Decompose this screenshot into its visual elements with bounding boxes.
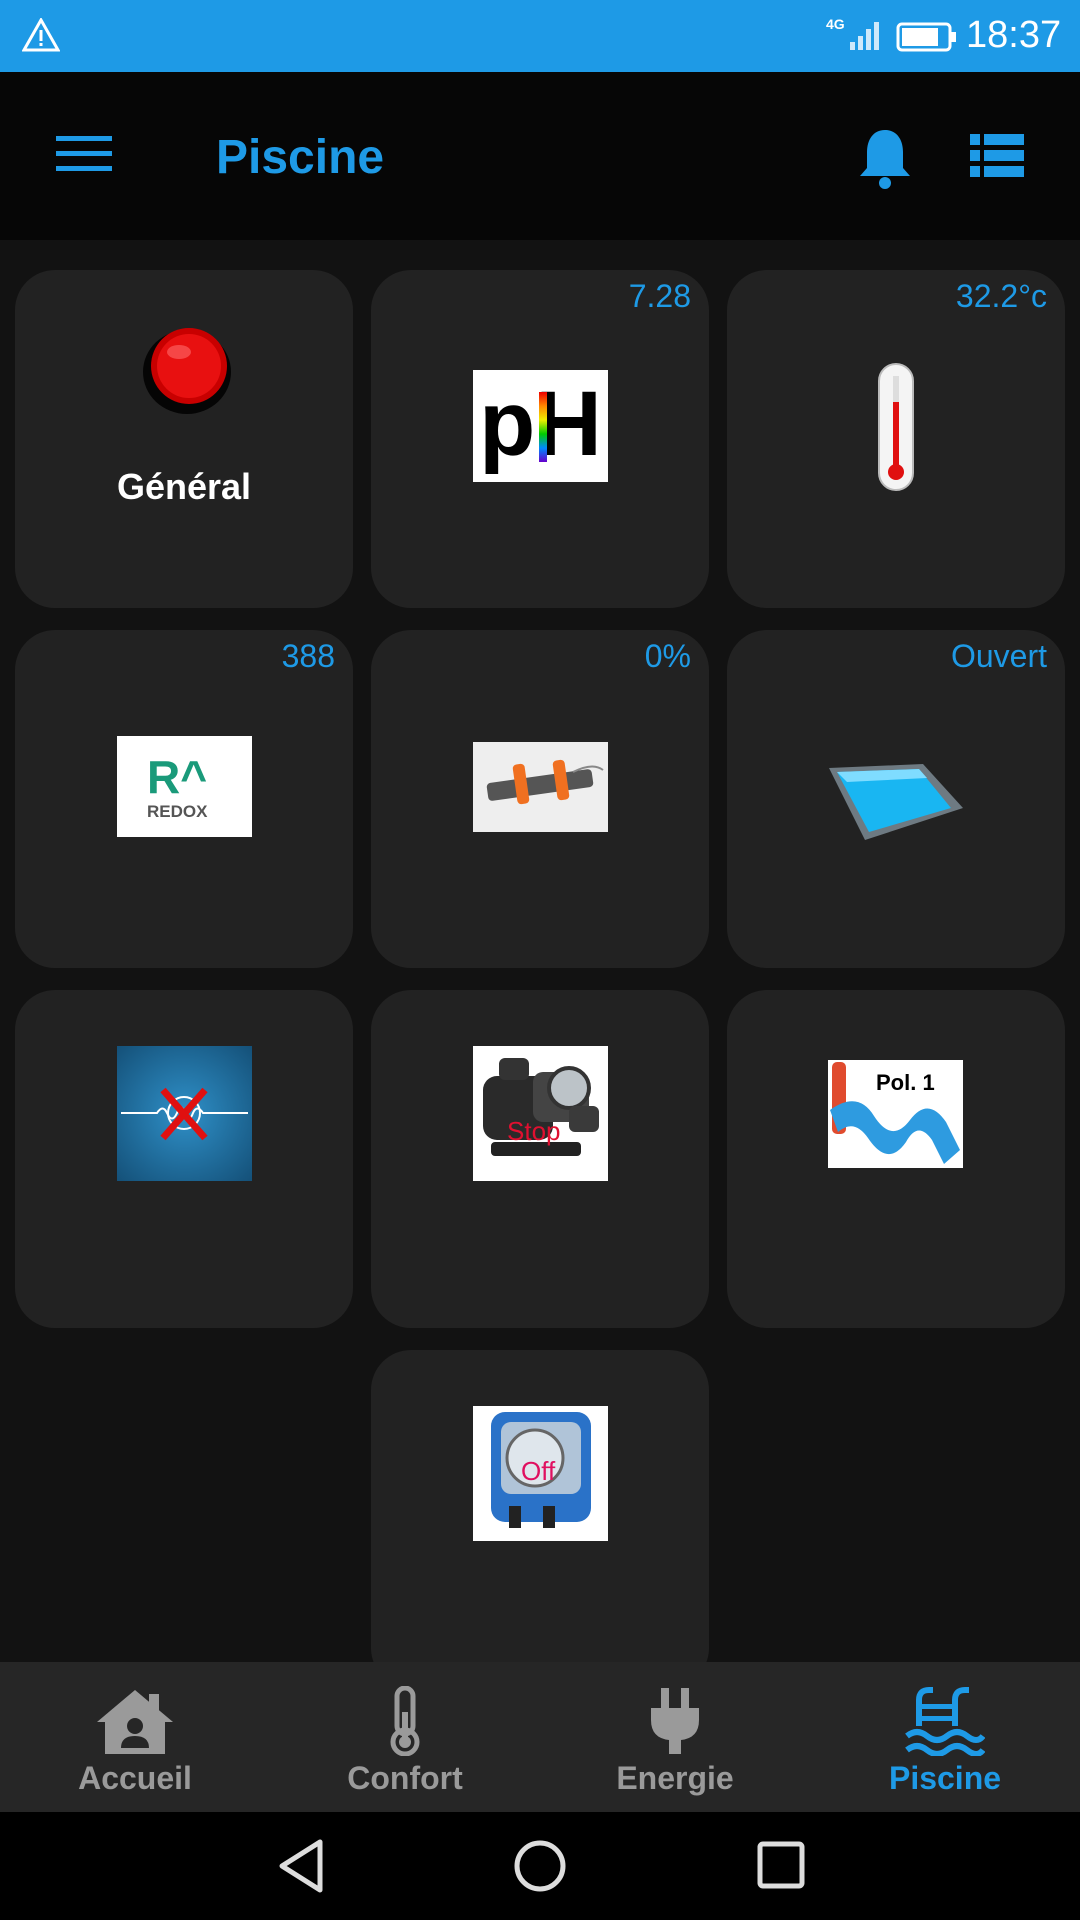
home-icon (95, 1686, 175, 1756)
nav-label: Confort (347, 1760, 463, 1796)
antifreeze-disabled-icon (117, 1046, 252, 1181)
polarity-icon: Pol. 1 (828, 1060, 963, 1168)
tile-value: 7.28 (628, 278, 691, 314)
tile-redox[interactable]: 388 R^ REDOX (15, 630, 353, 968)
device-grid: Général 7.28 pH 32.2°c 388 R^ REDOX 0% O… (0, 240, 1080, 1662)
tile-pump[interactable]: Stop (371, 990, 709, 1328)
tile-label: Général (116, 466, 252, 507)
nav-confort[interactable]: Confort (270, 1662, 540, 1812)
app-bar: Piscine (0, 72, 1080, 240)
nav-label: Piscine (888, 1760, 1002, 1796)
pump-icon: Stop (473, 1046, 608, 1181)
tile-antifreeze[interactable] (15, 990, 353, 1328)
tile-electrolyser[interactable]: 0% (371, 630, 709, 968)
dosing-pump-icon: Off (473, 1406, 608, 1541)
home-circle-icon[interactable] (512, 1838, 568, 1899)
tile-general[interactable]: Général (15, 270, 353, 608)
pool-icon (905, 1686, 986, 1757)
tile-cover[interactable]: Ouvert (727, 630, 1065, 968)
signal-icon (848, 18, 884, 57)
ph-icon: pH (473, 370, 608, 482)
warning-icon (21, 16, 61, 57)
page-title: Piscine (216, 131, 385, 184)
tile-temperature[interactable]: 32.2°c (727, 270, 1065, 608)
list-icon[interactable] (970, 134, 1024, 183)
battery-icon (896, 22, 958, 57)
plug-icon (635, 1686, 715, 1756)
nav-energie[interactable]: Energie (540, 1662, 810, 1812)
red-button-icon (141, 320, 237, 421)
network-type: 4G (826, 16, 845, 32)
status-bar: 4G 18:37 (0, 0, 1080, 72)
bell-icon[interactable] (856, 126, 914, 195)
tile-value: 32.2°c (955, 278, 1047, 314)
redox-icon: R^ REDOX (117, 736, 252, 837)
nav-accueil[interactable]: Accueil (0, 1662, 270, 1812)
tile-value: 388 (281, 638, 335, 674)
nav-label: Energie (616, 1760, 734, 1796)
bottom-nav: Accueil Confort Energie Piscine (0, 1662, 1080, 1812)
electrolyser-icon (473, 742, 608, 832)
tile-dosing-pump[interactable]: Off (371, 1350, 709, 1662)
tile-polarity[interactable]: Pol. 1 (727, 990, 1065, 1328)
system-nav-bar (0, 1812, 1080, 1920)
recents-icon[interactable] (756, 1838, 806, 1899)
tile-value: Ouvert (950, 638, 1047, 674)
tile-value: 0% (644, 638, 691, 674)
nav-label: Accueil (78, 1760, 192, 1796)
back-icon[interactable] (276, 1838, 326, 1899)
tile-ph[interactable]: 7.28 pH (371, 270, 709, 608)
pool-icon (827, 754, 967, 849)
status-time: 18:37 (966, 14, 1062, 56)
menu-icon[interactable] (56, 134, 112, 179)
nav-piscine[interactable]: Piscine (810, 1662, 1080, 1812)
thermometer-icon (875, 362, 917, 497)
thermometer-icon (365, 1685, 445, 1757)
